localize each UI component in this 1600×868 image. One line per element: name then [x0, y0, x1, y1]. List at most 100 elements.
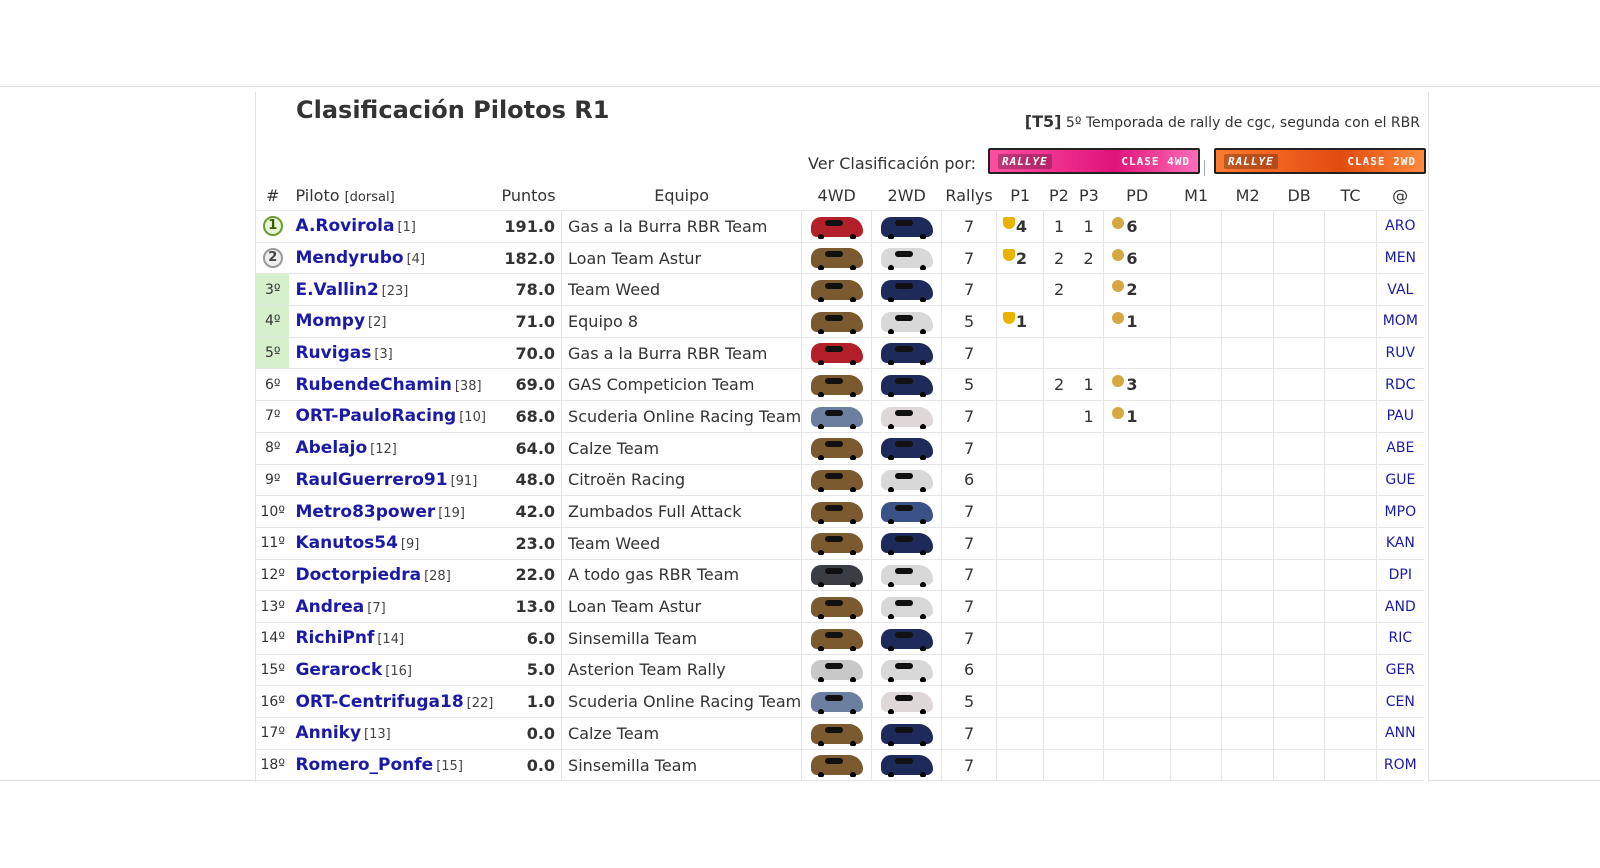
code-cell: ABE: [1376, 432, 1424, 465]
p2-cell: 2: [1043, 368, 1074, 402]
tc-cell: [1324, 527, 1377, 560]
code-link[interactable]: GER: [1386, 662, 1415, 678]
code-link[interactable]: AND: [1385, 599, 1416, 615]
dorsal: [7]: [367, 600, 386, 616]
col-2wd: 2WD: [871, 180, 942, 211]
code-link[interactable]: ANN: [1385, 725, 1416, 741]
class-2wd-label: CLASE 2WD: [1347, 154, 1416, 168]
car-4wd-cell: [801, 749, 873, 782]
pilot-link[interactable]: Andrea: [295, 597, 364, 617]
points-cell: 182.0: [495, 242, 563, 275]
team-cell: GAS Competicion Team: [561, 368, 803, 402]
p1-cell: [996, 464, 1045, 497]
p3-cell: 1: [1073, 368, 1104, 402]
db-cell: [1273, 464, 1326, 497]
code-link[interactable]: CEN: [1386, 694, 1415, 710]
pilot-cell: Anniky [13]: [289, 717, 496, 750]
m1-cell: [1170, 273, 1223, 307]
car-2wd-icon: [880, 216, 933, 239]
pilot-link[interactable]: Gerarock: [295, 660, 382, 680]
code-link[interactable]: DPI: [1389, 567, 1412, 583]
db-cell: [1273, 432, 1326, 465]
m1-cell: [1170, 368, 1223, 402]
pilot-link[interactable]: Abelajo: [295, 438, 367, 458]
code-cell: ANN: [1376, 717, 1424, 750]
car-4wd-icon: [810, 691, 863, 714]
pilot-link[interactable]: Anniky: [295, 723, 361, 743]
code-link[interactable]: RUV: [1386, 345, 1416, 361]
code-link[interactable]: MOM: [1383, 313, 1418, 329]
pilot-link[interactable]: Doctorpiedra: [295, 565, 421, 585]
pilot-link[interactable]: E.Vallin2: [295, 280, 378, 300]
position-cell: 3º: [256, 273, 290, 307]
p2-cell: [1043, 622, 1074, 655]
p1-cell: 2: [996, 242, 1045, 275]
code-link[interactable]: ROM: [1384, 757, 1417, 773]
team-cell: Calze Team: [561, 717, 803, 750]
code-link[interactable]: GUE: [1385, 472, 1415, 488]
p3-cell: [1073, 717, 1104, 750]
rallys-cell: 7: [941, 527, 997, 560]
p1-cell: [996, 749, 1045, 782]
tc-cell: [1324, 464, 1377, 497]
pd-cell: [1103, 622, 1171, 655]
pilot-link[interactable]: RichiPnf: [295, 628, 374, 648]
code-link[interactable]: ABE: [1386, 440, 1414, 456]
code-link[interactable]: MPO: [1385, 504, 1417, 520]
position-cell: 6º: [256, 368, 290, 402]
code-link[interactable]: KAN: [1386, 535, 1415, 551]
pilot-link[interactable]: Metro83power: [295, 502, 435, 522]
team-cell: Scuderia Online Racing Team: [561, 400, 803, 433]
table-row: 9º RaulGuerrero91 [91] 48.0 Citroën Racing 6 G…: [256, 464, 1424, 497]
car-2wd-icon: [880, 501, 933, 524]
p1-cell: [996, 527, 1045, 560]
code-link[interactable]: RDC: [1385, 377, 1415, 393]
p1-cell: [996, 590, 1045, 623]
car-2wd-icon: [880, 596, 933, 619]
pilot-link[interactable]: RaulGuerrero91: [295, 470, 447, 490]
code-link[interactable]: ARO: [1385, 218, 1415, 234]
m2-cell: [1221, 368, 1274, 402]
col-pd: PD: [1103, 180, 1171, 211]
pilot-link[interactable]: ORT-Centrifuga18: [295, 692, 463, 712]
p2-cell: [1043, 400, 1074, 433]
code-link[interactable]: VAL: [1387, 282, 1413, 298]
rallys-cell: 5: [941, 305, 997, 338]
pilot-link[interactable]: Ruvigas: [295, 343, 371, 363]
class-4wd-button[interactable]: RALLYE CLASE 4WD: [988, 148, 1200, 174]
col-at: @: [1376, 180, 1424, 211]
car-2wd-icon: [880, 533, 933, 556]
rallys-cell: 7: [941, 210, 997, 243]
tc-cell: [1324, 622, 1377, 655]
table-row: 4º Mompy [2] 71.0 Equipo 8 5 1 1 MOM: [256, 305, 1424, 338]
pilot-link[interactable]: Kanutos54: [295, 533, 397, 553]
m1-cell: [1170, 527, 1223, 560]
p2-cell: [1043, 432, 1074, 465]
table-row: 13º Andrea [7] 13.0 Loan Team Astur 7 AND: [256, 590, 1424, 623]
pilot-link[interactable]: Mompy: [295, 311, 365, 331]
p3-cell: [1073, 305, 1104, 338]
rallys-cell: 7: [941, 495, 997, 528]
code-link[interactable]: MEN: [1385, 250, 1416, 266]
pilot-link[interactable]: RubendeChamin: [295, 375, 451, 395]
position-cell: 7º: [256, 400, 290, 433]
code-cell: DPI: [1376, 559, 1424, 592]
pilot-link[interactable]: A.Rovirola: [295, 216, 394, 236]
code-link[interactable]: PAU: [1387, 408, 1414, 424]
p3-cell: [1073, 590, 1104, 623]
points-cell: 0.0: [495, 749, 563, 782]
pilot-link[interactable]: Mendyrubo: [295, 248, 403, 268]
dorsal: [13]: [364, 727, 391, 743]
pilot-link[interactable]: ORT-PauloRacing: [295, 406, 456, 426]
pd-cell: [1103, 495, 1171, 528]
class-2wd-button[interactable]: RALLYE CLASE 2WD: [1214, 148, 1426, 174]
car-4wd-cell: [801, 368, 873, 402]
code-link[interactable]: RIC: [1389, 630, 1413, 646]
col-pilot-sub: [dorsal]: [344, 189, 395, 205]
db-cell: [1273, 368, 1326, 402]
car-2wd-icon: [880, 470, 933, 493]
points-cell: 13.0: [495, 590, 563, 623]
col-db: DB: [1273, 180, 1325, 211]
pilot-link[interactable]: Romero_Ponfe: [295, 755, 433, 775]
rallye-tag: RALLYE: [998, 153, 1052, 169]
